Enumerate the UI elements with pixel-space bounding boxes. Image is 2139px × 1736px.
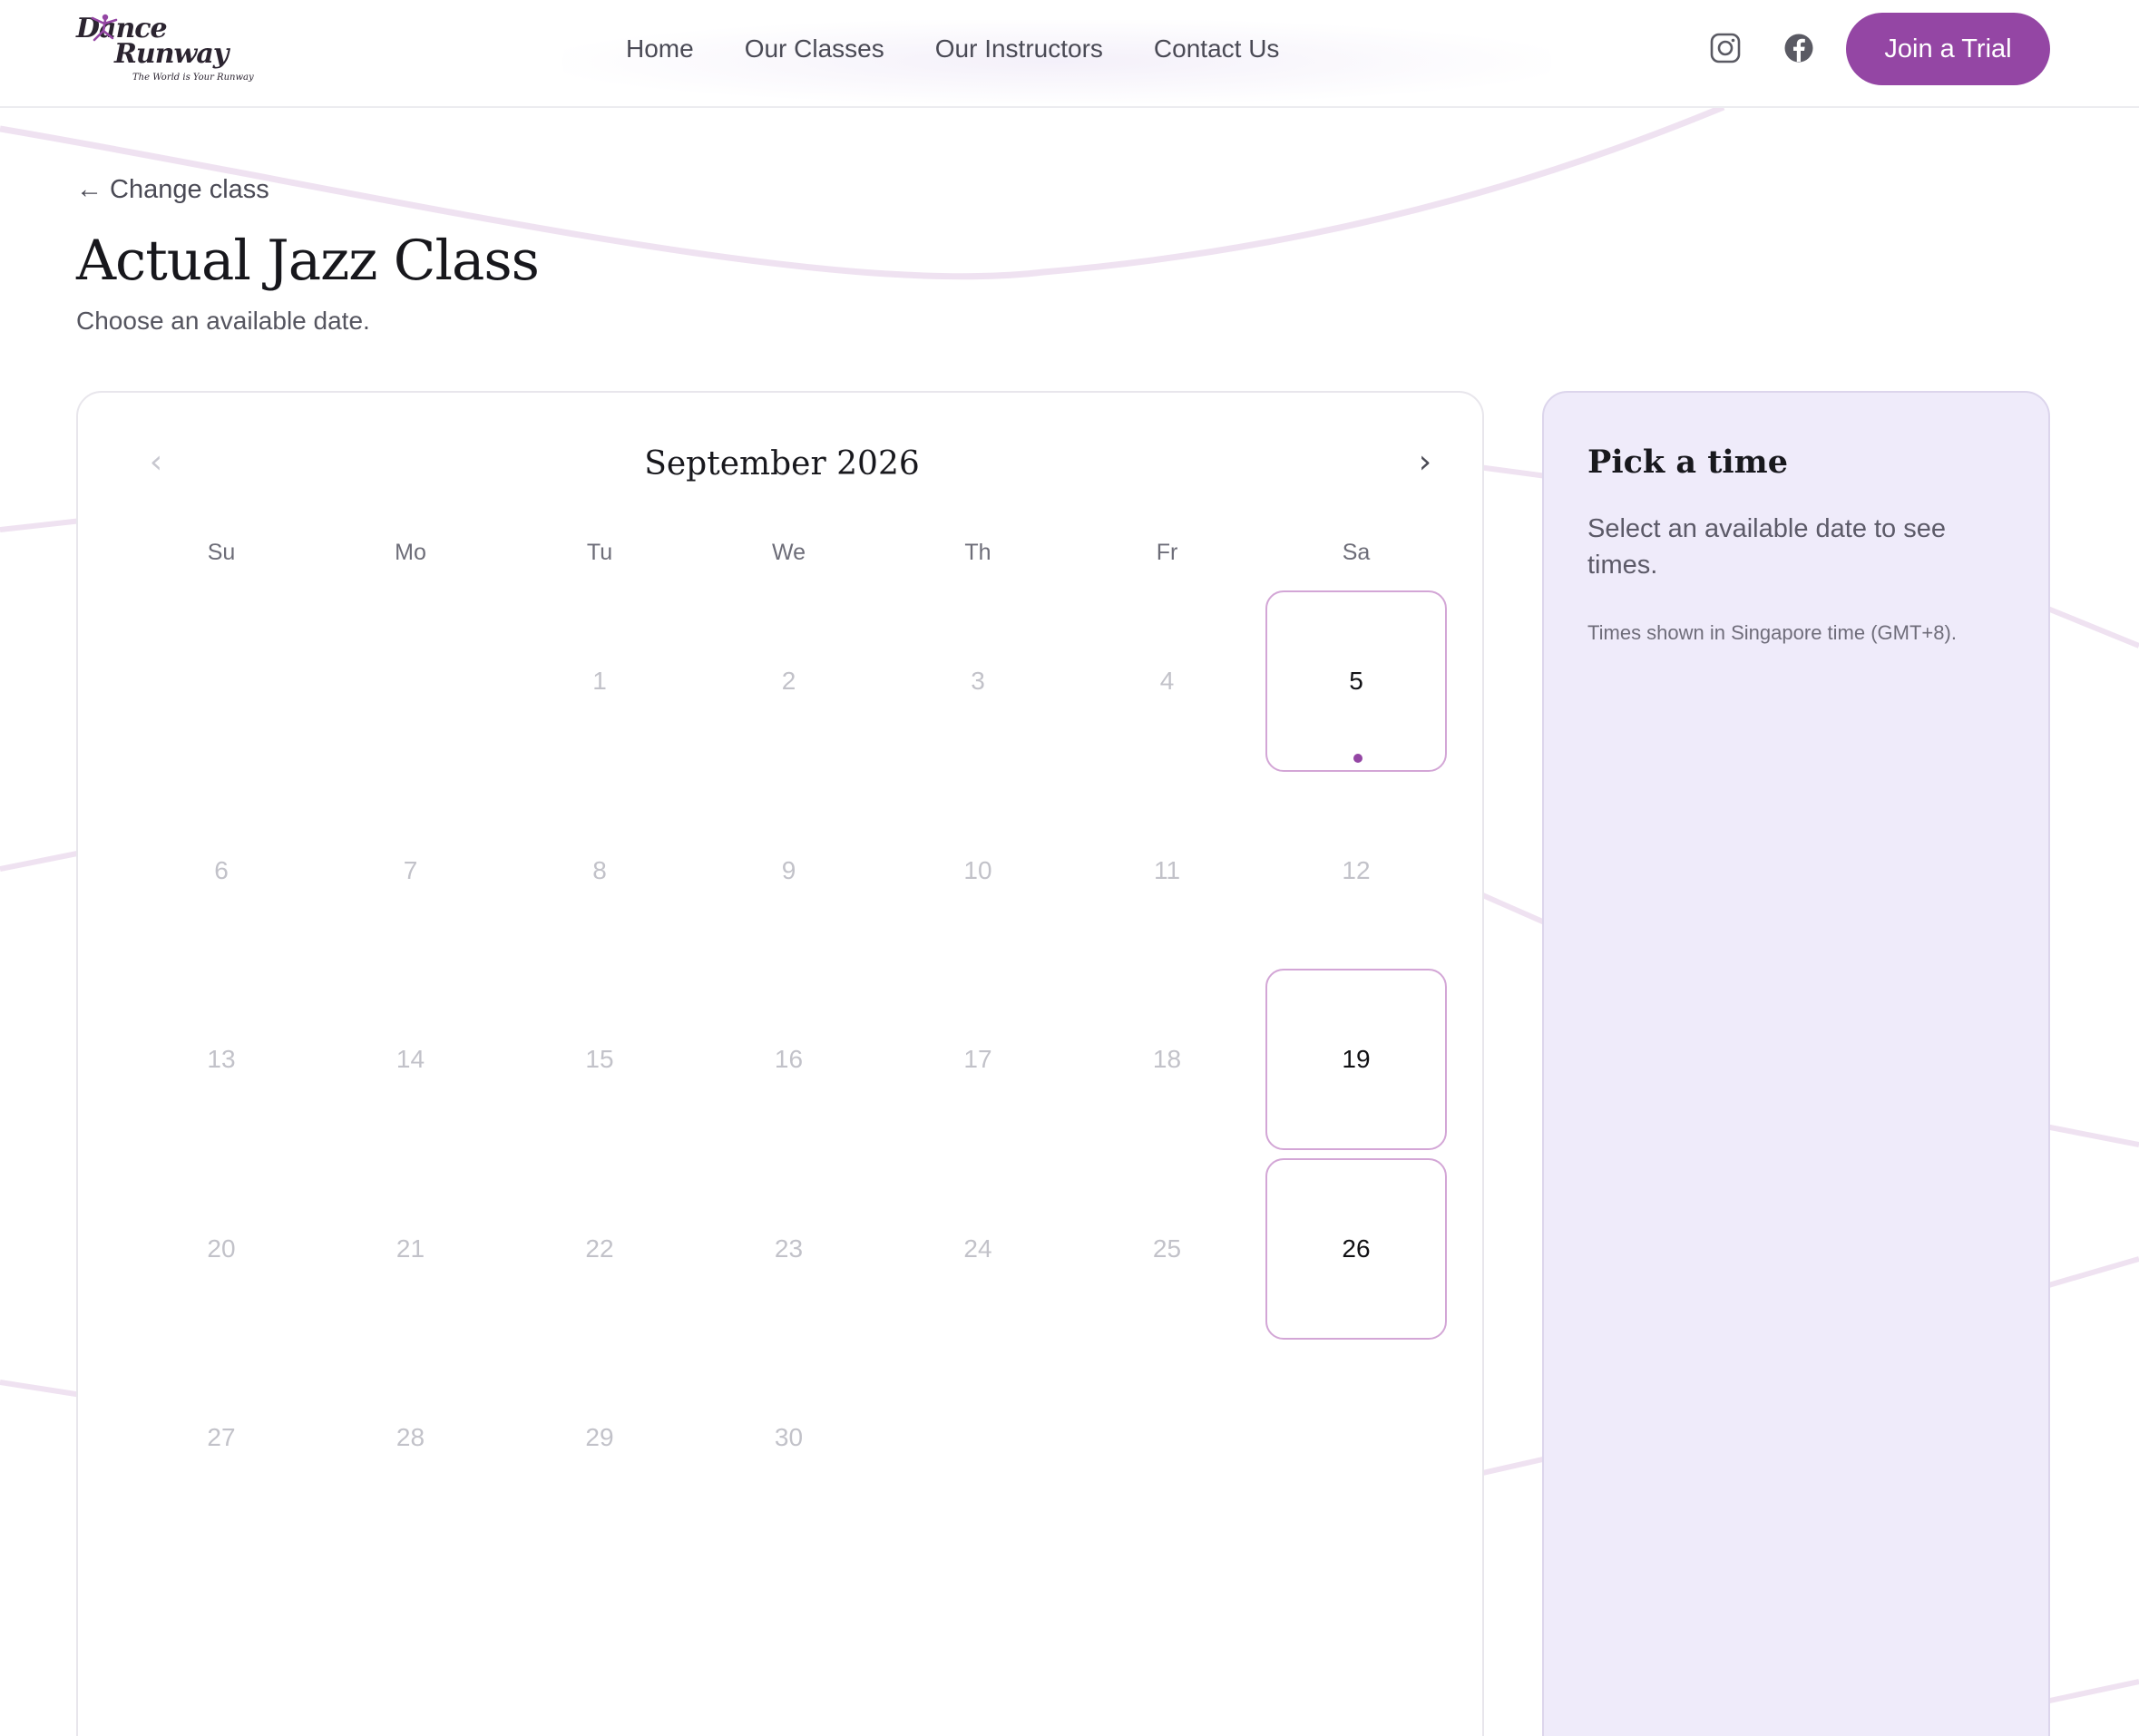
timezone-note: Times shown in Singapore time (GMT+8). xyxy=(1587,621,1957,644)
calendar-day-disabled: 15 xyxy=(509,969,690,1150)
time-picker-panel: Pick a time Select an available date to … xyxy=(1542,391,2050,1736)
calendar-day-number: 17 xyxy=(963,1045,992,1073)
site-header: Dance Runway The World is Your Runway Ho… xyxy=(0,0,2139,108)
calendar-day-number: 11 xyxy=(1153,855,1181,884)
weekday-label: Tu xyxy=(586,540,613,565)
calendar-day-disabled: 9 xyxy=(698,780,880,961)
calendar-day-disabled: 28 xyxy=(320,1347,502,1528)
calendar-day-disabled: 3 xyxy=(887,590,1069,772)
calendar-day-number: 6 xyxy=(214,855,229,884)
weekday-label: We xyxy=(771,540,806,565)
logo-text-line2: Runway xyxy=(114,38,229,70)
calendar-day-disabled: 24 xyxy=(887,1158,1069,1340)
calendar-day-number: 24 xyxy=(963,1234,992,1263)
change-class-link[interactable]: ← Change class xyxy=(76,175,269,205)
page: Dance Runway The World is Your Runway Ho… xyxy=(0,0,2139,1736)
calendar-day-number: 28 xyxy=(396,1423,425,1451)
calendar-day-available[interactable]: 26 xyxy=(1265,1157,1447,1340)
calendar-month-label: September 2026 xyxy=(644,445,920,483)
instagram-icon[interactable] xyxy=(1708,31,1743,65)
calendar-day-number: 8 xyxy=(592,855,607,884)
calendar-day-disabled: 30 xyxy=(698,1347,880,1528)
calendar-day-number: 30 xyxy=(774,1423,804,1451)
calendar-day-disabled: 4 xyxy=(1077,590,1258,772)
calendar-day-number: 4 xyxy=(1159,667,1175,695)
calendar-day-number: 19 xyxy=(1342,1045,1371,1073)
calendar-day-disabled: 22 xyxy=(509,1158,690,1340)
calendar-day-number: 26 xyxy=(1342,1234,1371,1263)
logo-tagline: The World is Your Runway xyxy=(132,73,254,83)
calendar-day-number: 15 xyxy=(585,1045,614,1073)
calendar-day-number: 5 xyxy=(1349,667,1363,695)
calendar-day-number: 21 xyxy=(396,1234,425,1263)
calendar-day-disabled: 10 xyxy=(887,780,1069,961)
calendar-day-disabled: 16 xyxy=(698,969,880,1150)
weekday-label: Th xyxy=(964,540,991,565)
calendar-day-disabled: 11 xyxy=(1077,780,1258,961)
weekday-label: Sa xyxy=(1342,540,1371,565)
calendar-day-disabled: 18 xyxy=(1077,969,1258,1150)
calendar-day-disabled: 20 xyxy=(131,1158,312,1340)
calendar-day-available[interactable]: 19 xyxy=(1265,969,1447,1150)
weekday-label: Mo xyxy=(395,540,426,565)
date-calendar: ‹ September 2026 › Su Mo Tu We Th Fr Sa 123456… xyxy=(76,391,1484,1736)
page-title: Actual Jazz Class xyxy=(76,229,540,293)
calendar-day-disabled: 29 xyxy=(509,1347,690,1528)
weekday-label: Su xyxy=(207,540,236,565)
calendar-day-number: 23 xyxy=(774,1234,804,1263)
calendar-day-disabled: 23 xyxy=(698,1158,880,1340)
weekday-header-row: Su Mo Tu We Th Fr Sa xyxy=(131,540,1453,576)
main-nav: Home Our Classes Our Instructors Contact… xyxy=(626,31,1330,67)
page-subtitle: Choose an available date. xyxy=(76,307,370,335)
calendar-day-number: 20 xyxy=(207,1234,236,1263)
weekday-label: Fr xyxy=(1156,540,1178,565)
session-indicator-dot xyxy=(1353,754,1363,763)
calendar-day-number: 9 xyxy=(781,855,796,884)
calendar-day-disabled: 8 xyxy=(509,780,690,961)
calendar-day-disabled: 17 xyxy=(887,969,1069,1150)
calendar-day-disabled: 7 xyxy=(320,780,502,961)
calendar-day-disabled: 6 xyxy=(131,780,312,961)
calendar-day-disabled: 27 xyxy=(131,1347,312,1528)
nav-link-home[interactable]: Home xyxy=(626,31,694,67)
calendar-day-number: 13 xyxy=(207,1045,236,1073)
facebook-icon[interactable] xyxy=(1782,31,1816,65)
calendar-day-disabled: 2 xyxy=(698,590,880,772)
calendar-day-number: 2 xyxy=(781,667,796,695)
calendar-day-number: 29 xyxy=(585,1423,614,1451)
calendar-day-number: 1 xyxy=(592,667,607,695)
time-panel-message: Select an available date to see times. xyxy=(1587,514,1946,580)
calendar-day-disabled: 14 xyxy=(320,969,502,1150)
time-panel-title: Pick a time xyxy=(1587,444,1788,481)
nav-link-contact-us[interactable]: Contact Us xyxy=(1154,31,1280,67)
calendar-day-disabled: 13 xyxy=(131,969,312,1150)
nav-link-our-instructors[interactable]: Our Instructors xyxy=(935,31,1103,67)
calendar-day-number: 25 xyxy=(1152,1234,1182,1263)
join-trial-button[interactable]: Join a Trial xyxy=(1846,13,2050,85)
calendar-day-number: 14 xyxy=(396,1045,425,1073)
calendar-day-disabled: 12 xyxy=(1265,780,1447,961)
calendar-day-number: 10 xyxy=(963,855,992,884)
calendar-day-available[interactable]: 5 xyxy=(1265,590,1447,772)
calendar-day-number: 3 xyxy=(971,667,985,695)
calendar-day-number: 22 xyxy=(585,1234,614,1263)
next-month-button[interactable]: › xyxy=(1405,443,1445,483)
calendar-day-disabled: 1 xyxy=(509,590,690,772)
calendar-day-number: 7 xyxy=(403,855,418,884)
nav-link-our-classes[interactable]: Our Classes xyxy=(745,31,884,67)
calendar-day-disabled: 25 xyxy=(1077,1158,1258,1340)
calendar-day-number: 18 xyxy=(1152,1045,1182,1073)
calendar-day-disabled: 21 xyxy=(320,1158,502,1340)
calendar-day-number: 12 xyxy=(1342,855,1371,884)
brand-logo[interactable]: Dance Runway The World is Your Runway xyxy=(76,11,254,87)
calendar-day-number: 16 xyxy=(774,1045,804,1073)
calendar-day-number: 27 xyxy=(207,1423,236,1451)
